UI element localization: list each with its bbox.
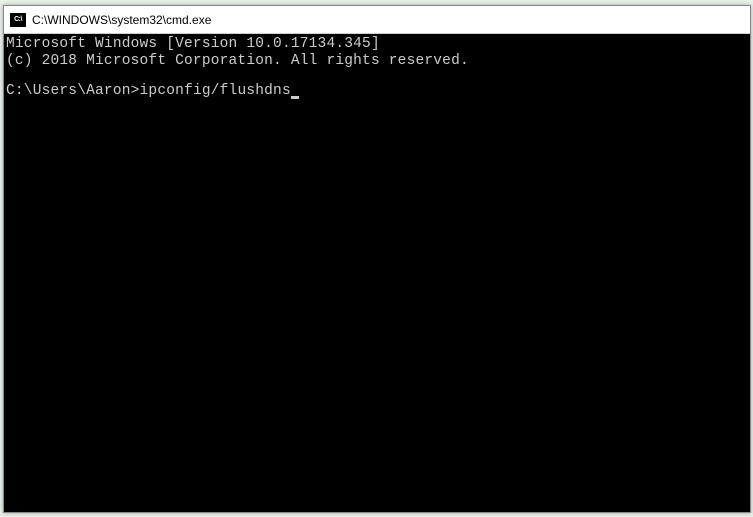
version-line: Microsoft Windows [Version 10.0.17134.34… [6, 36, 748, 53]
cmd-window: C:\ C:\WINDOWS\system32\cmd.exe Microsof… [3, 5, 751, 513]
cursor [291, 96, 299, 99]
titlebar[interactable]: C:\ C:\WINDOWS\system32\cmd.exe [4, 6, 750, 34]
cmd-icon: C:\ [10, 13, 26, 27]
cmd-icon-text: C:\ [14, 16, 22, 23]
terminal-area[interactable]: Microsoft Windows [Version 10.0.17134.34… [4, 34, 750, 512]
prompt: C:\Users\Aaron> [6, 83, 140, 99]
copyright-line: (c) 2018 Microsoft Corporation. All righ… [6, 53, 748, 70]
window-title: C:\WINDOWS\system32\cmd.exe [32, 13, 211, 27]
prompt-line: C:\Users\Aaron>ipconfig/flushdns [6, 83, 748, 100]
command-input[interactable]: ipconfig/flushdns [140, 83, 291, 99]
